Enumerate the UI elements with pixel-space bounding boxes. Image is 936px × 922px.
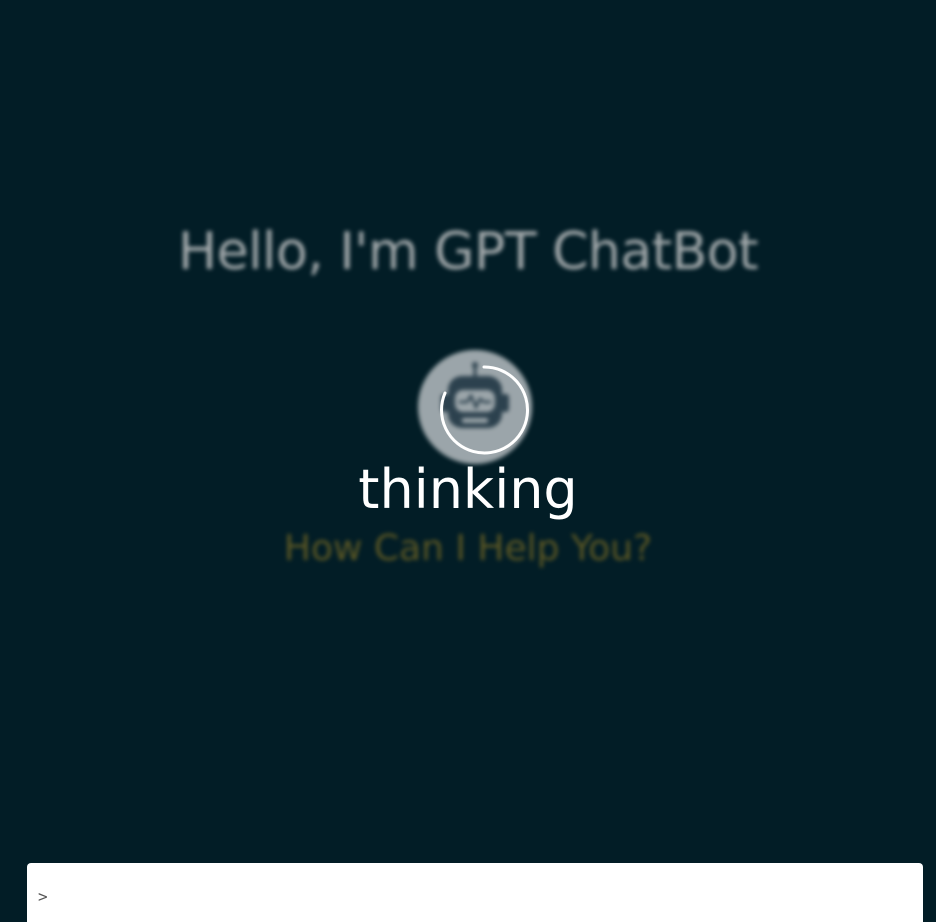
prompt-bar[interactable]: > <box>27 863 923 922</box>
thinking-label: thinking <box>358 458 578 521</box>
chat-app: Hello, I'm GPT ChatBot How Can I Help Yo… <box>0 0 936 922</box>
loading-overlay: thinking <box>0 0 936 850</box>
prompt-input[interactable] <box>57 881 911 911</box>
prompt-symbol: > <box>38 887 48 906</box>
spinner-icon <box>437 363 531 457</box>
